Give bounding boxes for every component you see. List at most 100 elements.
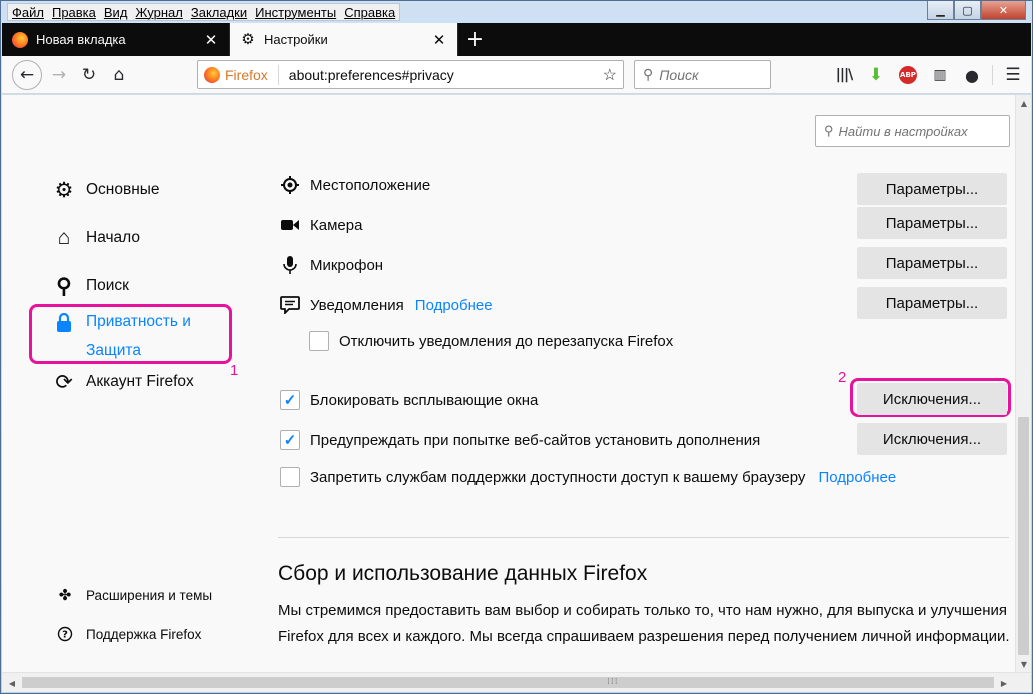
checkbox-row-block-popups[interactable]: ✓ Блокировать всплывающие окна bbox=[280, 390, 538, 410]
camera-settings-button[interactable]: Параметры... bbox=[857, 207, 1007, 239]
checkbox-label: Запретить службам поддержки доступности … bbox=[310, 468, 806, 486]
scrollbar-grip-icon: ⁞⁞⁞ bbox=[607, 677, 619, 687]
warn-addons-checkbox[interactable]: ✓ bbox=[280, 430, 300, 450]
section-divider bbox=[278, 537, 1009, 538]
menu-hamburger-icon[interactable]: ☰ bbox=[997, 60, 1029, 90]
permission-label: Уведомления bbox=[310, 296, 404, 314]
menu-history[interactable]: Журнал bbox=[131, 5, 186, 20]
category-search[interactable]: ⚲ Поиск bbox=[52, 274, 129, 298]
reload-button[interactable]: ↻ bbox=[74, 60, 104, 90]
gear-icon: ⚙ bbox=[54, 178, 74, 202]
menu-file[interactable]: Файл bbox=[8, 5, 48, 20]
preferences-page: ⚲ Найти в настройках ⚙ Основные ⌂ Начало… bbox=[2, 95, 1031, 672]
gear-icon: ⚙ bbox=[241, 30, 255, 48]
horizontal-scrollbar[interactable]: ◀ ⁞⁞⁞ ▶ bbox=[2, 672, 1031, 692]
camera-icon bbox=[280, 215, 300, 235]
menu-view[interactable]: Вид bbox=[100, 5, 132, 20]
library-icon[interactable]: |||\ bbox=[828, 60, 860, 90]
checkbox-row-pause-notifications[interactable]: Отключить уведомления до перезапуска Fir… bbox=[309, 331, 673, 351]
block-popups-checkbox[interactable]: ✓ bbox=[280, 390, 300, 410]
permission-camera: Камера bbox=[280, 215, 362, 235]
find-in-preferences-input[interactable]: ⚲ Найти в настройках bbox=[815, 115, 1010, 147]
category-general[interactable]: ⚙ Основные bbox=[52, 178, 160, 202]
addons-exceptions-button[interactable]: Исключения... bbox=[857, 423, 1007, 455]
home-button[interactable]: ⌂ bbox=[104, 60, 134, 90]
annotation-number-2: 2 bbox=[838, 369, 847, 386]
firefox-icon bbox=[204, 66, 220, 83]
menu-bar: Файл Правка Вид Журнал Закладки Инструме… bbox=[7, 3, 401, 21]
puzzle-icon: ✤ bbox=[58, 587, 72, 604]
vertical-scrollbar[interactable]: ▲ ▼ bbox=[1015, 95, 1031, 672]
back-button[interactable]: ← bbox=[12, 59, 42, 90]
find-placeholder: Найти в настройках bbox=[838, 123, 968, 139]
notification-icon bbox=[280, 295, 300, 315]
category-sync[interactable]: ⟳ Аккаунт Firefox bbox=[52, 370, 194, 394]
notifications-settings-button[interactable]: Параметры... bbox=[857, 287, 1007, 319]
checkbox-label: Отключить уведомления до перезапуска Fir… bbox=[339, 332, 674, 350]
menu-tools[interactable]: Инструменты bbox=[251, 5, 340, 20]
search-icon: ⚲ bbox=[643, 66, 654, 82]
tab-strip: Новая вкладка ✕ ⚙ Настройки ✕ + bbox=[2, 23, 1031, 56]
pause-notifications-checkbox[interactable] bbox=[309, 331, 329, 351]
url-text[interactable]: about:preferences#privacy bbox=[289, 67, 603, 83]
toolbar-separator bbox=[992, 65, 993, 85]
extension-icon[interactable]: ● bbox=[956, 60, 988, 90]
checkbox-row-block-accessibility[interactable]: Запретить службам поддержки доступности … bbox=[280, 467, 896, 487]
window-controls: ▁ ▢ ✕ bbox=[927, 1, 1026, 21]
notifications-learn-more-link[interactable]: Подробнее bbox=[415, 297, 493, 314]
category-label: Аккаунт Firefox bbox=[86, 373, 194, 390]
footer-support[interactable]: ? Поддержка Firefox bbox=[56, 625, 201, 643]
block-accessibility-checkbox[interactable] bbox=[280, 467, 300, 487]
firefox-icon bbox=[12, 31, 28, 48]
permission-label: Камера bbox=[310, 216, 363, 234]
menu-help[interactable]: Справка bbox=[340, 5, 399, 20]
scroll-down-arrow-icon[interactable]: ▼ bbox=[1016, 656, 1031, 672]
menu-bookmarks[interactable]: Закладки bbox=[187, 5, 251, 20]
popup-exceptions-button[interactable]: Исключения... bbox=[857, 383, 1007, 415]
forward-button[interactable]: → bbox=[44, 60, 74, 90]
horizontal-scrollbar-thumb[interactable] bbox=[22, 677, 994, 688]
footer-addons[interactable]: ✤ Расширения и темы bbox=[56, 586, 212, 604]
scroll-up-arrow-icon[interactable]: ▲ bbox=[1016, 95, 1031, 111]
sidebar-icon[interactable]: ▥ bbox=[924, 60, 956, 90]
tab-new-tab[interactable]: Новая вкладка ✕ bbox=[2, 23, 230, 56]
bookmark-star-icon[interactable]: ☆ bbox=[603, 65, 617, 85]
permission-microphone: Микрофон bbox=[280, 255, 383, 275]
search-placeholder: Поиск bbox=[659, 66, 699, 83]
microphone-icon bbox=[280, 255, 300, 275]
scroll-left-arrow-icon[interactable]: ◀ bbox=[4, 675, 20, 691]
search-icon: ⚲ bbox=[56, 274, 72, 298]
nav-bar: ← → ↻ ⌂ Firefox about:preferences#privac… bbox=[2, 56, 1031, 94]
category-home[interactable]: ⌂ Начало bbox=[52, 226, 140, 250]
close-tab-icon[interactable]: ✕ bbox=[203, 31, 219, 49]
section-title: Сбор и использование данных Firefox bbox=[278, 562, 648, 585]
tab-label: Новая вкладка bbox=[36, 32, 126, 47]
sync-icon: ⟳ bbox=[55, 370, 73, 394]
download-icon[interactable]: ⬇ bbox=[860, 60, 892, 90]
scroll-right-arrow-icon[interactable]: ▶ bbox=[996, 675, 1012, 691]
annotation-number-1: 1 bbox=[230, 362, 239, 379]
close-tab-icon[interactable]: ✕ bbox=[431, 31, 447, 49]
maximize-button[interactable]: ▢ bbox=[954, 1, 981, 20]
new-tab-button[interactable]: + bbox=[458, 23, 492, 56]
help-icon: ? bbox=[56, 625, 74, 643]
footer-label: Расширения и темы bbox=[86, 587, 213, 603]
microphone-settings-button[interactable]: Параметры... bbox=[857, 247, 1007, 279]
tab-settings[interactable]: ⚙ Настройки ✕ bbox=[230, 23, 458, 56]
identity-label: Firefox bbox=[225, 66, 268, 83]
search-input[interactable]: ⚲ Поиск bbox=[634, 60, 771, 89]
minimize-button[interactable]: ▁ bbox=[927, 1, 954, 20]
category-label: Поиск bbox=[86, 277, 129, 294]
adblock-icon[interactable]: ABP bbox=[892, 60, 924, 90]
identity-box[interactable]: Firefox bbox=[204, 64, 279, 85]
close-window-button[interactable]: ✕ bbox=[981, 1, 1026, 20]
menu-edit[interactable]: Правка bbox=[48, 5, 100, 20]
permission-label: Микрофон bbox=[310, 256, 384, 274]
url-bar[interactable]: Firefox about:preferences#privacy ☆ bbox=[197, 60, 624, 89]
checkbox-row-warn-addons[interactable]: ✓ Предупреждать при попытке веб-сайтов у… bbox=[280, 430, 760, 450]
scrollbar-thumb[interactable] bbox=[1018, 417, 1029, 655]
accessibility-learn-more-link[interactable]: Подробнее bbox=[818, 469, 896, 486]
category-label: Основные bbox=[86, 181, 160, 198]
checkbox-label: Блокировать всплывающие окна bbox=[310, 391, 539, 409]
location-settings-button[interactable]: Параметры... bbox=[857, 173, 1007, 205]
